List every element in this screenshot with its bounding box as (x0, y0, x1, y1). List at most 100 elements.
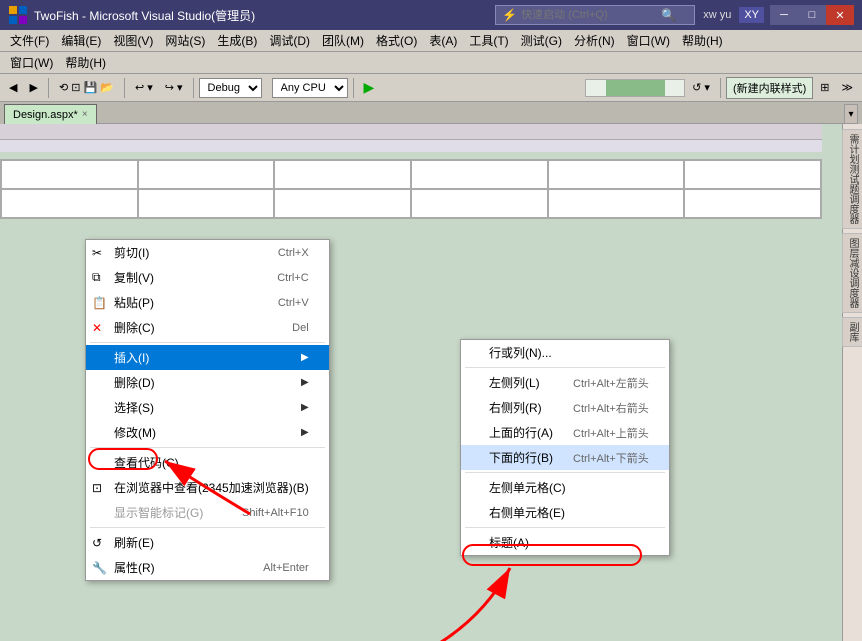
right-panel-tab1[interactable]: 需计划测试题调度器 (842, 129, 862, 229)
close-button[interactable]: ✕ (826, 5, 854, 25)
toolbar-more-btn[interactable]: ≫ (836, 77, 858, 99)
cm1-delete2-arrow: ▶ (301, 377, 309, 388)
properties-icon: 🔧 (92, 561, 107, 575)
quick-search-input[interactable] (521, 9, 661, 21)
cm1-modify-arrow: ▶ (301, 427, 309, 438)
cm1-copy[interactable]: ⧉ 复制(V) Ctrl+C (86, 265, 329, 290)
cm1-insert-label: 插入(I) (114, 349, 149, 366)
cm1-viewcode[interactable]: 查看代码(C) (86, 450, 329, 475)
cm2-rowcol[interactable]: 行或列(N)... (461, 340, 669, 365)
cm2-belowrow[interactable]: 下面的行(B) Ctrl+Alt+下箭头 (461, 445, 669, 470)
cm2-leftcol-label: 左侧列(L) (489, 374, 540, 391)
menu-help[interactable]: 帮助(H) (676, 30, 729, 51)
cm2-header-label: 标题(A) (489, 534, 529, 551)
window-title: TwoFish - Microsoft Visual Studio(管理员) (34, 7, 495, 24)
right-panel-tab3[interactable]: 副库 (842, 317, 862, 347)
toolbar-icons[interactable]: ⟲ ⊡ 💾 📂 (54, 77, 119, 99)
cm1-smarttag-shortcut: Shift+Alt+F10 (242, 507, 309, 519)
cm1-refresh[interactable]: ↺ 刷新(E) (86, 530, 329, 555)
cm2-rightcol[interactable]: 右侧列(R) Ctrl+Alt+右箭头 (461, 395, 669, 420)
cm1-insert[interactable]: 插入(I) ▶ (86, 345, 329, 370)
cm2-aboverow[interactable]: 上面的行(A) Ctrl+Alt+上箭头 (461, 420, 669, 445)
cm1-delete[interactable]: ✕ 删除(C) Del (86, 315, 329, 340)
paste-icon: 📋 (92, 296, 107, 310)
cm1-modify-label: 修改(M) (114, 424, 156, 441)
maximize-button[interactable]: □ (798, 5, 826, 25)
quick-search[interactable]: ⚡ 🔍 (495, 5, 695, 25)
cm1-select-arrow: ▶ (301, 402, 309, 413)
cm1-cut-shortcut: Ctrl+X (278, 247, 309, 259)
minimize-button[interactable]: ─ (770, 5, 798, 25)
search-magnify-icon: 🔍 (661, 8, 676, 22)
tab-close-button[interactable]: × (82, 109, 88, 120)
cm1-refresh-label: 刷新(E) (114, 534, 154, 551)
menu-build[interactable]: 生成(B) (211, 30, 263, 51)
cm2-leftcol[interactable]: 左侧列(L) Ctrl+Alt+左箭头 (461, 370, 669, 395)
cm1-preview[interactable]: ⊡ 在浏览器中查看(2345加速浏览器)(B) (86, 475, 329, 500)
cm1-preview-label: 在浏览器中查看(2345加速浏览器)(B) (114, 479, 309, 496)
back-button[interactable]: ◀ (4, 77, 22, 99)
sep3 (193, 78, 194, 98)
menu-window2[interactable]: 窗口(W) (4, 52, 59, 73)
menu-bar-2: 窗口(W) 帮助(H) (0, 52, 862, 74)
menu-help2[interactable]: 帮助(H) (59, 52, 112, 73)
tab-scroll-btn[interactable]: ▾ (844, 104, 858, 124)
cm2-header[interactable]: 标题(A) (461, 530, 669, 555)
editor-ruler2 (0, 140, 822, 152)
menu-bar: 文件(F) 编辑(E) 视图(V) 网站(S) 生成(B) 调试(D) 团队(M… (0, 30, 862, 52)
run-button[interactable]: ▶ (359, 77, 380, 99)
cm1-smarttag[interactable]: 显示智能标记(G) Shift+Alt+F10 (86, 500, 329, 525)
right-panel: 需计划测试题调度器 图层减设调度器 副库 (842, 124, 862, 641)
cm2-leftcell[interactable]: 左侧单元格(C) (461, 475, 669, 500)
refresh-icon: ↺ (92, 536, 102, 550)
right-panel-tab2[interactable]: 图层减设调度器 (842, 233, 862, 313)
user-label: xw yu (703, 9, 731, 21)
new-inline-style-button[interactable]: (新建内联样式) (726, 77, 813, 99)
sep2 (124, 78, 125, 98)
refresh-toolbar-btn[interactable]: ↺ ▾ (687, 77, 715, 99)
copy-icon: ⧉ (92, 270, 101, 285)
cm1-properties[interactable]: 🔧 属性(R) Alt+Enter (86, 555, 329, 580)
debug-mode-select[interactable]: Debug (199, 78, 262, 98)
cm2-rightcell[interactable]: 右侧单元格(E) (461, 500, 669, 525)
redo-button[interactable]: ↪ ▾ (160, 77, 188, 99)
menu-table[interactable]: 表(A) (423, 30, 463, 51)
title-bar: TwoFish - Microsoft Visual Studio(管理员) ⚡… (0, 0, 862, 30)
cut-icon: ✂ (92, 246, 102, 260)
platform-select[interactable]: Any CPU (272, 78, 348, 98)
cm1-sep3 (90, 527, 325, 528)
cm2-sep2 (465, 472, 665, 473)
cm1-modify[interactable]: 修改(M) ▶ (86, 420, 329, 445)
menu-analyze[interactable]: 分析(N) (568, 30, 621, 51)
cm1-delete2[interactable]: 删除(D) ▶ (86, 370, 329, 395)
forward-button[interactable]: ▶ (24, 77, 42, 99)
cm1-select-label: 选择(S) (114, 399, 154, 416)
menu-window[interactable]: 窗口(W) (621, 30, 676, 51)
menu-view[interactable]: 视图(V) (107, 30, 159, 51)
cm1-cut[interactable]: ✂ 剪切(I) Ctrl+X (86, 240, 329, 265)
cm2-belowrow-label: 下面的行(B) (489, 449, 553, 466)
cm1-sep1 (90, 342, 325, 343)
search-icon: ⚡ (502, 8, 517, 22)
menu-file[interactable]: 文件(F) (4, 30, 55, 51)
menu-team[interactable]: 团队(M) (316, 30, 370, 51)
cm2-rowcol-label: 行或列(N)... (489, 344, 552, 361)
menu-debug[interactable]: 调试(D) (263, 30, 316, 51)
menu-edit[interactable]: 编辑(E) (55, 30, 107, 51)
menu-test[interactable]: 测试(G) (515, 30, 568, 51)
cm1-paste[interactable]: 📋 粘贴(P) Ctrl+V (86, 290, 329, 315)
editor-ruler (0, 124, 822, 140)
sep4 (353, 78, 354, 98)
menu-format[interactable]: 格式(O) (370, 30, 423, 51)
menu-website[interactable]: 网站(S) (159, 30, 211, 51)
cm1-select[interactable]: 选择(S) ▶ (86, 395, 329, 420)
cm1-delete-shortcut: Del (292, 322, 309, 334)
editor-container: td (0, 124, 862, 641)
editor-area[interactable]: td (0, 124, 842, 641)
window-layout-btn[interactable]: ⊞ (815, 77, 834, 99)
menu-tools[interactable]: 工具(T) (463, 30, 514, 51)
tab-design-aspx[interactable]: Design.aspx* × (4, 104, 97, 124)
undo-button[interactable]: ↩ ▾ (130, 77, 158, 99)
table-area: td (0, 159, 822, 219)
cm2-leftcell-label: 左侧单元格(C) (489, 479, 566, 496)
